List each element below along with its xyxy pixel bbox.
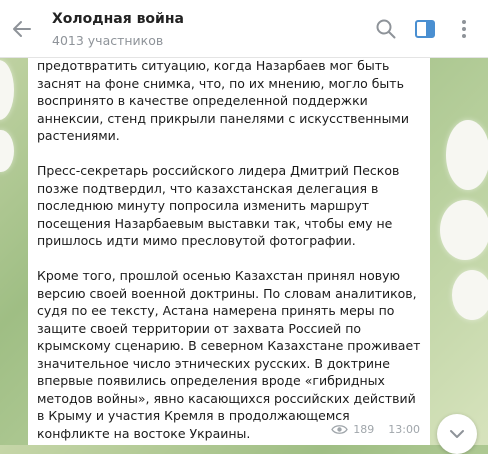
toggle-sidebar-button[interactable]	[413, 17, 437, 41]
message-paragraph: Кроме того, прошлой осенью Казахстан при…	[37, 268, 421, 441]
chat-title[interactable]: Холодная война	[52, 11, 184, 27]
more-vertical-icon	[462, 20, 466, 38]
scroll-down-button[interactable]	[437, 414, 477, 454]
view-count: 189	[353, 423, 375, 436]
message-paragraph: предотвратить ситуацию, когда Назарбаев …	[37, 58, 409, 143]
search-button[interactable]	[374, 17, 398, 41]
message-bubble[interactable]: предотвратить ситуацию, когда Назарбаев …	[28, 58, 430, 445]
message-paragraph: Пресс-секретарь российского лидера Дмитр…	[37, 163, 400, 248]
background-flower-left	[0, 60, 24, 230]
back-arrow-icon	[13, 21, 31, 37]
message-text: предотвратить ситуацию, когда Назарбаев …	[37, 58, 425, 445]
background-flower-right	[440, 120, 488, 370]
back-button[interactable]	[10, 17, 34, 41]
eye-icon	[331, 425, 349, 434]
member-count: 4013 участников	[52, 33, 164, 48]
sidebar-toggle-icon	[415, 20, 435, 38]
more-options-button[interactable]	[452, 17, 476, 41]
chevron-down-icon	[450, 430, 464, 438]
message-time: 13:00	[388, 423, 420, 436]
search-icon	[376, 19, 396, 39]
message-meta: 189 13:00	[331, 423, 420, 436]
chat-header: Холодная война 4013 участников	[0, 0, 488, 58]
